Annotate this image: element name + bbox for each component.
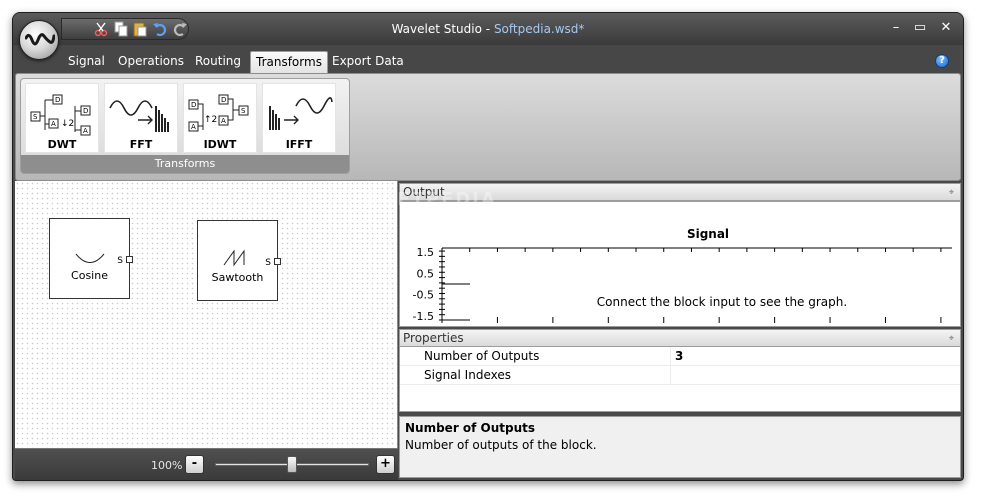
description-title: Number of Outputs — [405, 421, 536, 435]
tab-signal[interactable]: Signal — [63, 51, 110, 73]
svg-text:A: A — [221, 117, 226, 125]
properties-grid: Number of Outputs 3 Signal Indexes — [399, 346, 961, 412]
zoom-out-button[interactable]: - — [185, 455, 204, 474]
property-description: Number of Outputs Number of outputs of t… — [399, 416, 961, 478]
ifft-button[interactable]: IFFT — [262, 83, 336, 153]
chart-title: Signal — [687, 227, 729, 241]
tab-export-data[interactable]: Export Data — [327, 51, 409, 73]
ifft-icon — [269, 97, 333, 130]
app-menu-orb-icon[interactable] — [19, 20, 59, 60]
output-port-label: S — [265, 258, 271, 268]
design-canvas[interactable]: S Cosine S Sawtooth — [15, 181, 398, 448]
title-separator: - — [481, 22, 494, 36]
svg-text:S: S — [241, 107, 246, 115]
svg-text:D: D — [221, 96, 226, 104]
svg-text:A: A — [191, 123, 196, 131]
svg-text:A: A — [51, 120, 56, 128]
idwt-icon: D A ↑2 D A S — [188, 94, 249, 132]
tab-operations[interactable]: Operations — [113, 51, 189, 73]
property-row[interactable]: Number of Outputs 3 — [400, 347, 960, 366]
output-port-label: S — [117, 256, 123, 266]
svg-text:D: D — [191, 101, 196, 109]
pin-icon[interactable]: ⌖ — [949, 331, 954, 347]
output-port[interactable] — [274, 258, 281, 265]
app-window: Wavelet Studio - Softpedia.wsd* – ▭ ✕ Si… — [12, 12, 964, 481]
pin-icon[interactable]: ⌖ — [949, 185, 954, 201]
zoom-percent: 100% — [151, 459, 183, 472]
tab-transforms[interactable]: Transforms — [250, 51, 328, 73]
y-tick-label: 1.5 — [417, 246, 435, 259]
output-port[interactable] — [126, 256, 133, 263]
close-button[interactable]: ✕ — [937, 19, 955, 37]
cosine-wave-icon — [75, 253, 105, 263]
ribbon-group-transforms: S D A ↓2 D A DWT FFT D A ↑2 D A S IDWT I… — [20, 78, 350, 174]
chart-empty-message: Connect the block input to see the graph… — [597, 295, 847, 309]
description-text: Number of outputs of the block. — [405, 438, 597, 452]
property-key: Number of Outputs — [424, 349, 540, 363]
fft-label: FFT — [129, 138, 153, 151]
svg-text:↑2: ↑2 — [204, 115, 217, 125]
output-panel: Signal1.50.5-0.5-1.50.00.10.20.30.40.50.… — [399, 201, 961, 339]
svg-text:↓2: ↓2 — [61, 119, 74, 129]
svg-text:D: D — [83, 107, 88, 115]
sawtooth-wave-icon — [223, 249, 245, 267]
ribbon-group-label: Transforms — [21, 155, 349, 173]
idwt-label: IDWT — [203, 138, 237, 151]
fft-icon — [109, 100, 169, 132]
watermark-logo: SOFTPEDIA — [365, 189, 497, 210]
block-name: Cosine — [71, 269, 108, 282]
signal-chart: Signal1.50.5-0.5-1.50.00.10.20.30.40.50.… — [413, 227, 952, 339]
app-name: Wavelet Studio — [391, 22, 482, 36]
help-icon[interactable]: ? — [935, 54, 949, 68]
properties-panel-header: Properties ⌖ — [399, 329, 961, 347]
svg-text:D: D — [55, 96, 60, 104]
dwt-icon: S D A ↓2 D A — [30, 94, 91, 136]
property-key: Signal Indexes — [424, 368, 511, 382]
tab-routing[interactable]: Routing — [190, 51, 246, 73]
idwt-button[interactable]: D A ↑2 D A S IDWT — [183, 83, 257, 153]
dwt-button[interactable]: S D A ↓2 D A DWT — [25, 83, 99, 153]
svg-text:A: A — [83, 127, 88, 135]
zoom-slider-thumb[interactable] — [287, 456, 297, 473]
maximize-button[interactable]: ▭ — [911, 19, 929, 37]
cosine-block[interactable]: S Cosine — [49, 218, 133, 299]
zoom-bar: 100% - + — [15, 448, 398, 480]
properties-panel-title: Properties — [403, 331, 464, 345]
property-value-field[interactable]: 3 — [670, 347, 960, 365]
block-name: Sawtooth — [211, 271, 264, 284]
title-bar: Wavelet Studio - Softpedia.wsd* – ▭ ✕ — [13, 13, 963, 45]
property-value-field[interactable] — [670, 366, 960, 384]
ifft-label: IFFT — [285, 138, 313, 151]
y-tick-label: -1.5 — [413, 310, 434, 323]
fft-button[interactable]: FFT — [104, 83, 178, 153]
y-tick-label: -0.5 — [413, 289, 434, 302]
svg-text:S: S — [33, 113, 38, 121]
sawtooth-block[interactable]: S Sawtooth — [197, 220, 281, 301]
ribbon: S D A ↓2 D A DWT FFT D A ↑2 D A S IDWT I… — [15, 73, 961, 181]
document-name: Softpedia.wsd* — [493, 22, 585, 36]
window-title: Wavelet Studio - Softpedia.wsd* — [13, 22, 963, 36]
zoom-in-button[interactable]: + — [376, 455, 395, 474]
dwt-label: DWT — [47, 138, 77, 151]
y-tick-label: 0.5 — [417, 267, 435, 280]
property-row[interactable]: Signal Indexes — [400, 366, 960, 385]
minimize-button[interactable]: – — [887, 19, 905, 37]
menu-tabs: Signal Operations Routing Transforms Exp… — [13, 45, 963, 73]
